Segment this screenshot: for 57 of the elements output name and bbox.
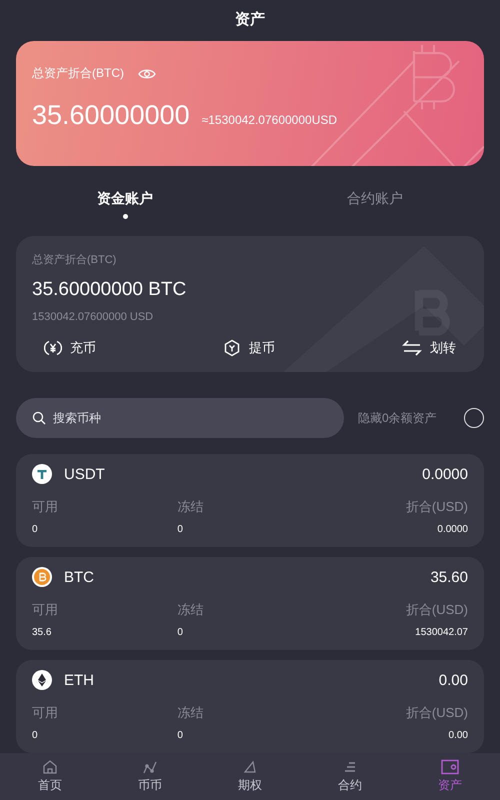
hexagon-icon: [223, 338, 241, 357]
account-btc-amount: 35.60000000 BTC: [32, 278, 188, 301]
column-label: 可用: [32, 704, 59, 722]
column-value: 0: [177, 730, 184, 742]
column-label: 折合(USD): [406, 704, 468, 722]
account-total-label: 总资产折合(BTC): [32, 252, 118, 267]
total-usd-amount: ≈1530042.07600000USD: [202, 113, 338, 128]
account-usd-amount: 1530042.07600000 USD: [32, 310, 154, 323]
coin-symbol: ETH: [64, 672, 94, 689]
coin-b-icon: [32, 567, 52, 588]
triangle-icon: [242, 759, 258, 776]
transfer-button[interactable]: 划转: [402, 338, 456, 357]
column-label: 可用: [32, 498, 59, 516]
account-tab[interactable]: 资金账户: [0, 180, 250, 236]
coin-card[interactable]: USDT 0.0000 可用 0 冻结 0 折合(USD) 0.0000: [16, 454, 484, 548]
nav-tab[interactable]: 币币: [100, 753, 200, 800]
total-assets-label: 总资产折合(BTC): [32, 65, 124, 82]
home-icon: [42, 759, 58, 776]
account-tab[interactable]: 合约账户: [250, 180, 500, 236]
search-field[interactable]: 搜索币种: [16, 398, 344, 438]
coin-total: 0.00: [438, 672, 468, 689]
nav-tab[interactable]: 合约: [300, 753, 400, 800]
column-value: 0.00: [448, 730, 468, 742]
column-label: 冻结: [177, 704, 204, 722]
line-chart-icon: [142, 759, 158, 776]
deposit-button[interactable]: 充币: [44, 338, 96, 357]
withdraw-button[interactable]: 提币: [223, 338, 275, 357]
column-value: 0: [177, 524, 184, 536]
column-label: 折合(USD): [406, 498, 468, 516]
eye-icon[interactable]: [138, 68, 156, 80]
column-label: 折合(USD): [406, 601, 468, 620]
coin-symbol: USDT: [64, 466, 105, 483]
nav-tab[interactable]: 首页: [0, 753, 100, 800]
coin-card[interactable]: ETH 0.00 可用 0 冻结 0 折合(USD) 0.00: [16, 660, 484, 754]
column-value: 0.0000: [437, 524, 468, 536]
coin-t-icon: [32, 464, 52, 484]
column-label: 冻结: [177, 601, 204, 620]
column-label: 冻结: [177, 498, 204, 516]
coin-total: 35.60: [430, 568, 468, 586]
coin-total: 0.0000: [422, 466, 468, 483]
hide-zero-radio[interactable]: [464, 408, 484, 428]
coin-symbol: BTC: [64, 568, 94, 586]
column-value: 0: [32, 730, 39, 742]
column-value: 0: [177, 627, 184, 638]
total-btc-amount: 35.60000000: [32, 100, 190, 132]
nav-tab[interactable]: 期权: [200, 753, 300, 800]
coin-card[interactable]: BTC 35.60 可用 35.6 冻结 0 折合(USD) 1530042.07: [16, 557, 484, 650]
transfer-arrows-icon: [402, 340, 422, 356]
yen-circle-icon: [44, 338, 62, 357]
page-title: 资产: [235, 10, 265, 30]
column-label: 可用: [32, 601, 59, 620]
column-value: 0: [32, 524, 39, 536]
column-value: 1530042.07: [415, 627, 468, 638]
wallet-icon: [441, 759, 459, 776]
column-value: 35.6: [32, 627, 52, 638]
hide-zero-label: 隐藏0余额资产: [358, 410, 437, 427]
search-icon: [32, 411, 46, 426]
